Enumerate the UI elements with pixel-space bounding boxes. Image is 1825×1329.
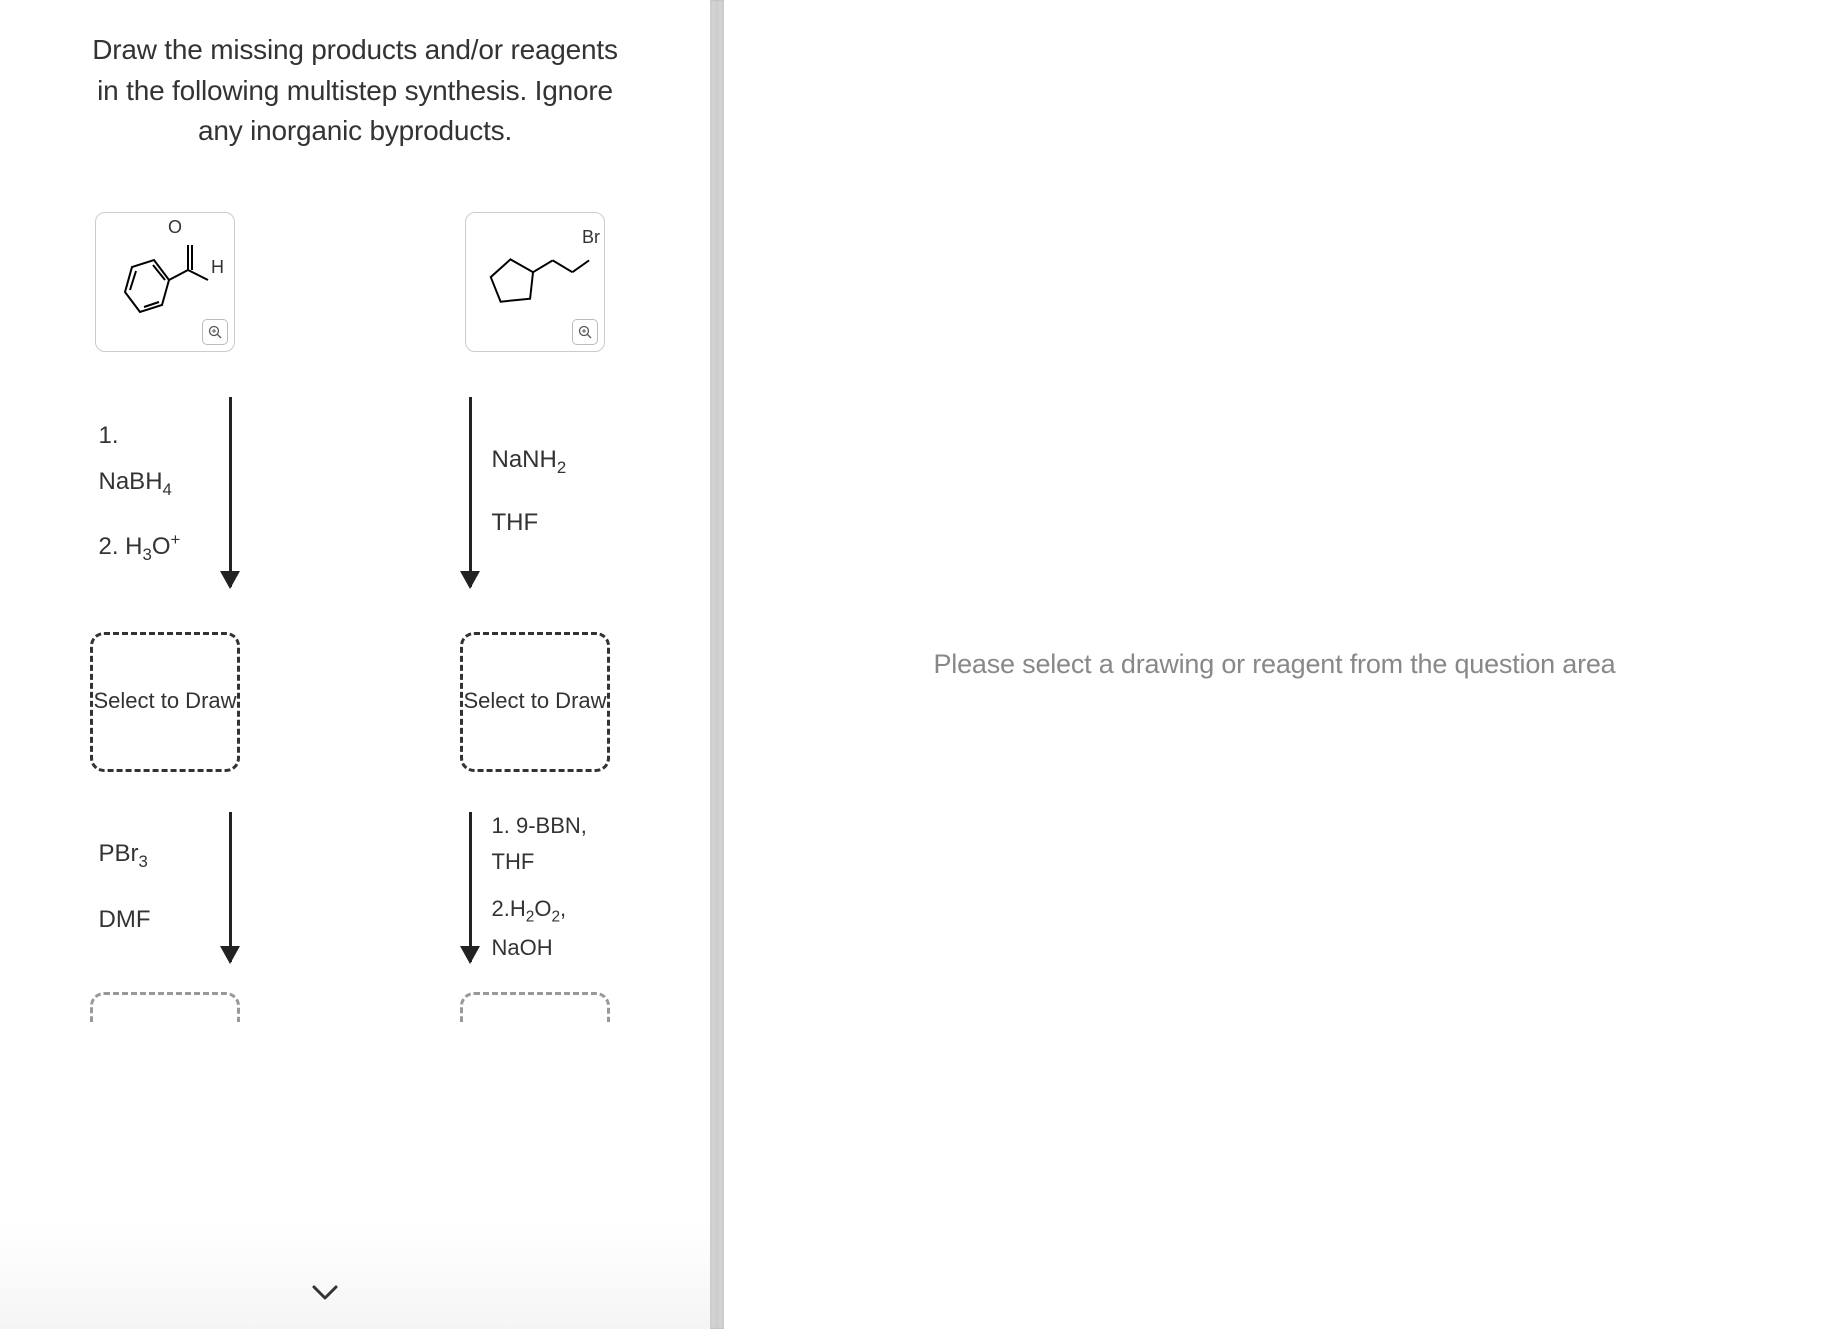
question-line-2: in the following multistep synthesis. Ig… [97,75,613,106]
label-oxygen: O [168,217,182,238]
reaction-arrow-2-left: PBr3 DMF [60,802,270,972]
draw-placeholder-label: Select to Draw [463,686,606,717]
reagent-labels-2-left: PBr3 DMF [99,831,209,943]
reagent-labels-1-right: NaNH2 THF [492,441,602,542]
draw-placeholder-right-1[interactable]: Select to Draw [460,632,610,772]
label-hydrogen: H [211,257,224,278]
arrow-down-icon [229,812,232,962]
reagent-labels-2-right: 1. 9-BBN,THF 2.H2O2,NaOH [492,808,602,965]
chevron-down-icon[interactable] [310,1274,340,1311]
arrow-down-icon [229,397,232,587]
label-bromine: Br [582,227,600,248]
drawing-panel-placeholder: Please select a drawing or reagent from … [933,649,1615,680]
arrow-down-icon [469,397,472,587]
reaction-arrow-2-right: 1. 9-BBN,THF 2.H2O2,NaOH [430,802,640,972]
reagent-dmf: DMF [99,897,209,943]
question-text: Draw the missing products and/or reagent… [40,30,670,152]
molecule-benzaldehyde[interactable]: O H [95,212,235,352]
draw-placeholder-right-2-partial[interactable] [460,992,610,1022]
reagent-h3o: 2. H3O+ [99,524,209,571]
drawing-panel: Please select a drawing or reagent from … [724,0,1825,1329]
question-line-3: any inorganic byproducts. [198,115,512,146]
synthesis-columns: O H 1.NaBH4 2. H3O+ Select to Draw [40,212,670,1022]
molecule-cyclopentyl-bromide[interactable]: Br [465,212,605,352]
reagent-h2o2-naoh: 2.H2O2,NaOH [492,891,602,965]
synthesis-column-left: O H 1.NaBH4 2. H3O+ Select to Draw [60,212,270,1022]
zoom-icon[interactable] [572,319,598,345]
question-line-1: Draw the missing products and/or reagent… [92,34,618,65]
reagent-nanh2: NaNH2 [492,441,602,482]
question-panel: Draw the missing products and/or reagent… [0,0,710,1329]
draw-placeholder-left-2-partial[interactable] [90,992,240,1022]
reagent-thf: THF [492,504,602,542]
panel-divider[interactable] [710,0,724,1329]
reagent-pbr3: PBr3 [99,831,209,878]
reagent-nabh4: 1.NaBH4 [99,413,209,505]
zoom-icon[interactable] [202,319,228,345]
reagent-9bbn: 1. 9-BBN,THF [492,808,602,878]
synthesis-column-right: Br NaNH2 THF Select to Draw 1. 9 [430,212,640,1022]
reaction-arrow-1-left: 1.NaBH4 2. H3O+ [60,392,270,592]
arrow-down-icon [469,812,472,962]
reagent-labels-1-left: 1.NaBH4 2. H3O+ [99,413,209,570]
draw-placeholder-left-1[interactable]: Select to Draw [90,632,240,772]
reaction-arrow-1-right: NaNH2 THF [430,392,640,592]
draw-placeholder-label: Select to Draw [93,686,236,717]
